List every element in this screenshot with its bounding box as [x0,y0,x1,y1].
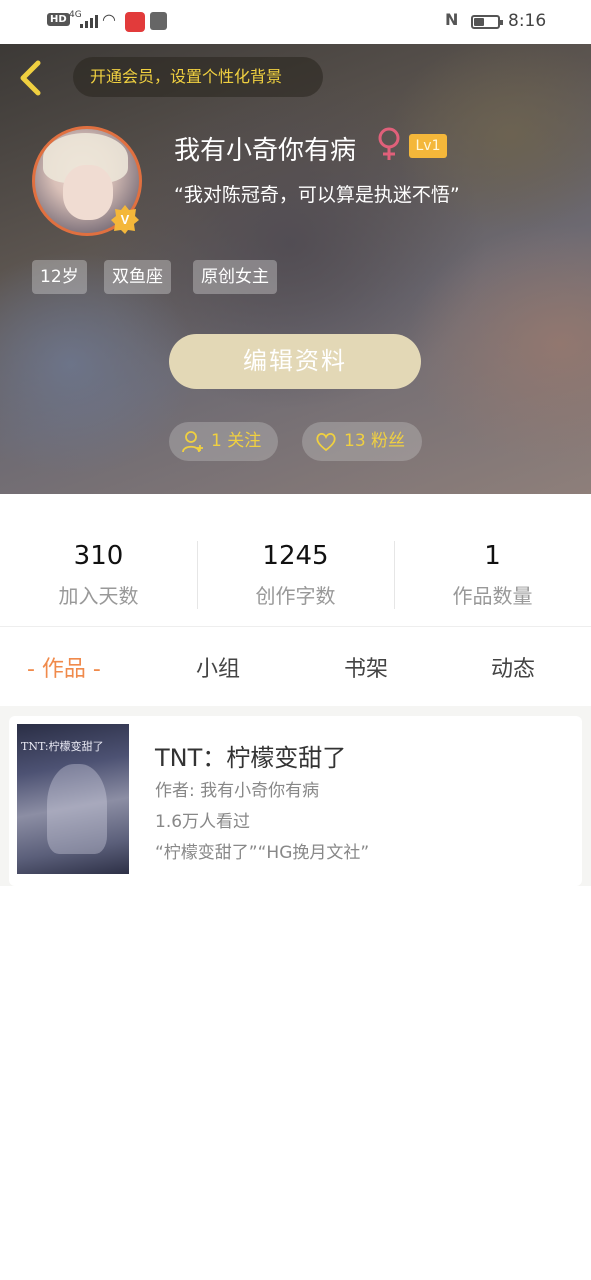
work-title: TNT：柠檬变甜了 [155,744,347,772]
stat-value: 1245 [262,541,329,571]
vip-banner[interactable]: 开通会员，设置个性化背景 [73,57,323,97]
stat-days-joined: 310 加入天数 [0,494,197,627]
signal-icon [80,14,98,28]
username: 我有小奇你有病 [174,136,357,166]
female-icon [378,127,400,160]
tag-zodiac: 双鱼座 [104,260,171,294]
tag-age: 12岁 [32,260,87,294]
heart-icon [316,432,336,452]
battery-icon [471,15,503,29]
stat-works-count: 1 作品数量 [394,494,591,627]
tab-groups[interactable]: 小组 [196,651,240,683]
tab-bookshelf[interactable]: 书架 [344,651,388,683]
stat-label: 作品数量 [452,584,533,608]
profile-header: 开通会员，设置个性化背景 V 我有小奇你有病 Lv1 “我对陈冠奇，可以算是执迷… [0,44,591,494]
v-badge-icon: V [111,205,139,234]
tag-role: 原创女主 [193,260,277,294]
app-notification-icon [150,12,167,30]
following-count: 1 关注 [211,431,262,451]
svg-text:V: V [121,212,130,227]
stats-row: 310 加入天数 1245 创作字数 1 作品数量 [0,494,591,627]
work-author: 作者: 我有小奇你有病 [155,781,320,801]
signature: “我对陈冠奇，可以算是执迷不悟” [174,184,460,206]
chevron-left-icon[interactable] [14,58,48,98]
wifi-icon: ◠ [102,10,116,29]
following-button[interactable]: 1 关注 [169,422,278,461]
work-tags: “柠檬变甜了”“HG挽月文社” [155,843,370,863]
clock: 8:16 [508,11,547,31]
stat-value: 1 [484,541,501,571]
profile-tabs: - 作品 - 小组 书架 动态 [0,627,591,707]
edit-profile-button[interactable]: 编辑资料 [169,334,421,389]
app-notification-icon [125,12,145,32]
avatar-face [63,165,113,220]
person-add-icon [182,431,203,453]
tab-activity[interactable]: 动态 [491,651,535,683]
battery-level [474,18,484,26]
cover-title: TNT:柠檬变甜了 [21,740,104,753]
hd-indicator: HD [47,13,70,26]
work-views: 1.6万人看过 [155,812,251,832]
stat-label: 创作字数 [255,584,336,608]
cover-figure [47,764,107,854]
followers-count: 13 粉丝 [344,431,406,451]
work-cover[interactable]: TNT:柠檬变甜了 [17,724,129,874]
work-card[interactable]: TNT:柠檬变甜了 TNT：柠檬变甜了 作者: 我有小奇你有病 1.6万人看过 … [9,716,582,886]
nfc-icon: N [445,10,459,29]
stat-value: 310 [73,541,124,571]
tab-works[interactable]: - 作品 - [27,651,101,683]
stat-word-count: 1245 创作字数 [197,494,394,627]
level-badge: Lv1 [409,134,447,158]
followers-button[interactable]: 13 粉丝 [302,422,422,461]
status-bar: HD 4G ◠ N 8:16 [0,0,591,44]
stat-label: 加入天数 [58,584,139,608]
